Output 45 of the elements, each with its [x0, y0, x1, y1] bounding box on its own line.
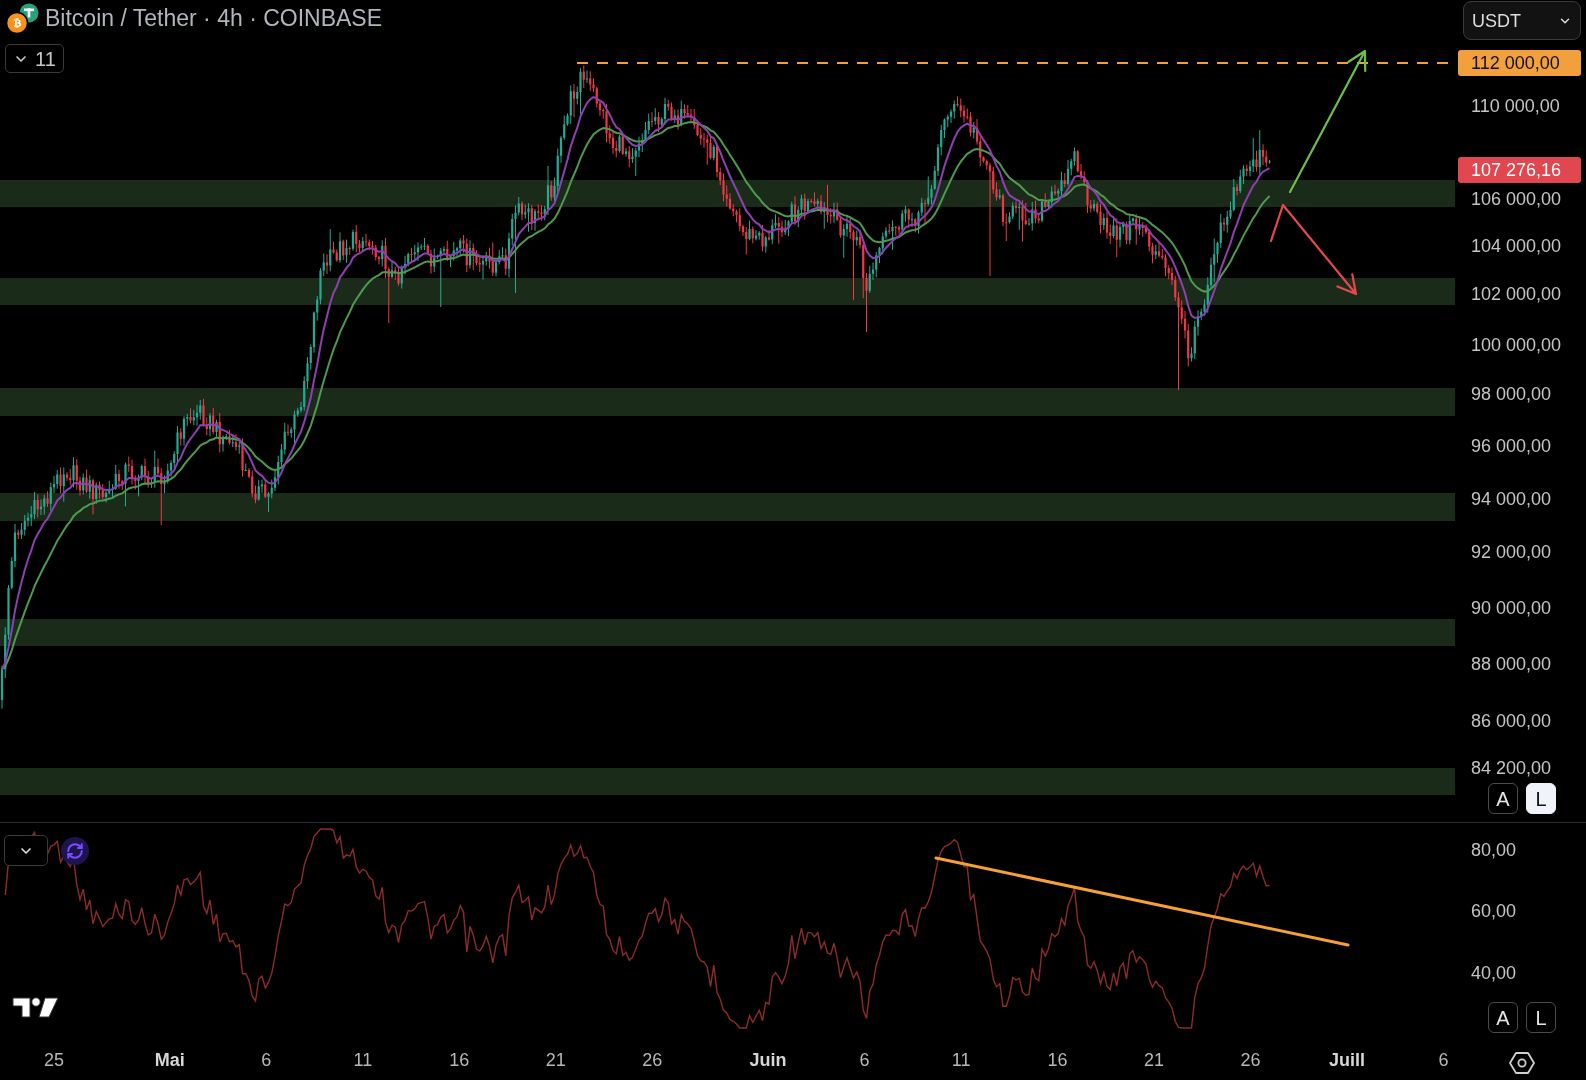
price-axis-label: 90 000,00	[1471, 599, 1552, 617]
indicators-toggle-button[interactable]: 11	[5, 44, 64, 73]
sync-icon	[61, 837, 89, 865]
pane-collapse-button[interactable]	[4, 835, 48, 866]
price-axis-label: 88 000,00	[1471, 655, 1552, 673]
time-axis-label: 11	[951, 1051, 971, 1069]
scale-mode-button[interactable]: L	[1526, 783, 1556, 814]
time-axis-label: 6	[859, 1051, 870, 1069]
price-axis-label: 92 000,00	[1471, 543, 1552, 561]
price-axis-label: 104 000,00	[1471, 237, 1562, 255]
last-price-tag: 107 276,16	[1458, 157, 1581, 183]
time-axis-label: 11	[353, 1051, 373, 1069]
price-axis-label: 106 000,00	[1471, 190, 1562, 208]
time-axis-label: Juin	[749, 1051, 787, 1069]
rsi-axis-label: 80,00	[1471, 841, 1517, 859]
scale-mode-button[interactable]: A	[1488, 1002, 1518, 1033]
scale-mode-button[interactable]: A	[1488, 783, 1518, 814]
rsi-axis-label: 40,00	[1471, 964, 1517, 982]
time-axis-label: 16	[1047, 1051, 1068, 1069]
price-axis-label: 110 000,00	[1471, 97, 1560, 115]
time-axis-label: Mai	[154, 1051, 185, 1069]
time-axis-label: 16	[449, 1051, 470, 1069]
price-axis-label: 84 200,00	[1471, 759, 1552, 777]
time-axis-label: 26	[1240, 1051, 1261, 1069]
time-axis-label: 26	[642, 1051, 663, 1069]
price-axis-label: 98 000,00	[1471, 385, 1552, 403]
time-axis-label: 6	[1438, 1051, 1449, 1069]
price-axis-label: 94 000,00	[1471, 490, 1552, 508]
coin-pair-icon	[5, 3, 39, 34]
price-level-tag: 112 000,00	[1458, 50, 1581, 76]
time-axis-label: Juill	[1329, 1051, 1366, 1069]
price-axis-label: 96 000,00	[1471, 437, 1552, 455]
chart-title: Bitcoin / Tether · 4h · COINBASE	[45, 7, 383, 30]
price-axis-label: 100 000,00	[1471, 336, 1562, 354]
time-axis-label: 21	[545, 1051, 566, 1069]
rsi-axis-label: 60,00	[1471, 902, 1517, 920]
time-axis-label: 25	[44, 1051, 64, 1069]
settings-icon[interactable]	[1509, 1051, 1535, 1075]
time-axis-label: 6	[261, 1051, 272, 1069]
time-axis-label: 21	[1144, 1051, 1165, 1069]
price-axis-label: 102 000,00	[1471, 285, 1562, 303]
scale-mode-button[interactable]: L	[1526, 1002, 1556, 1033]
logo-icon	[12, 995, 60, 1019]
currency-select[interactable]: USDT	[1463, 1, 1581, 40]
price-axis-label: 86 000,00	[1471, 712, 1552, 730]
